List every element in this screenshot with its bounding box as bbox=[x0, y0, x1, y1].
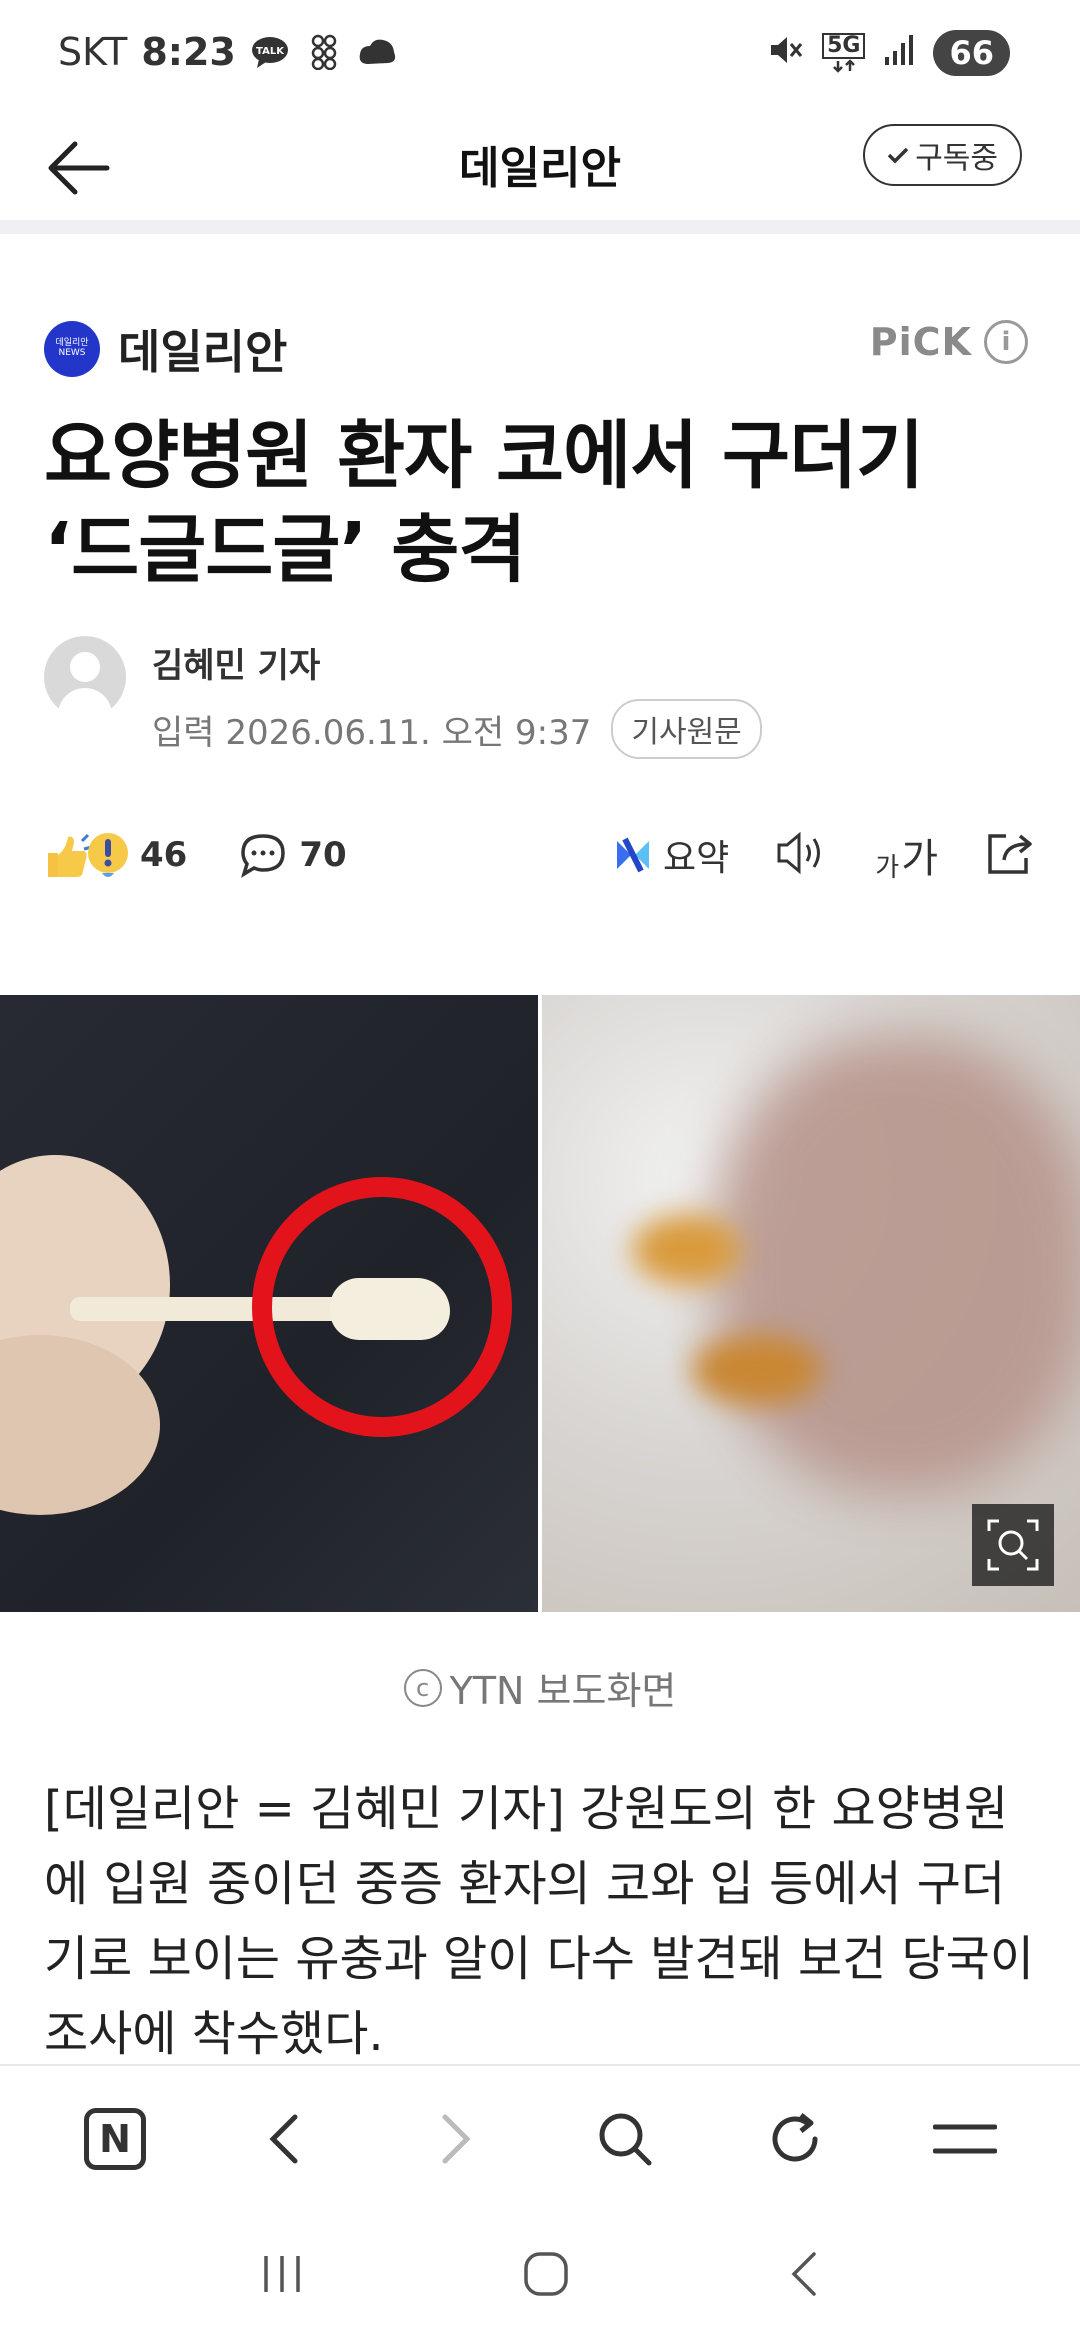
info-icon: i bbox=[984, 320, 1028, 364]
photo-blurred bbox=[542, 995, 1080, 1612]
share-icon bbox=[988, 834, 1032, 874]
blurred-spot bbox=[632, 1215, 742, 1285]
reaction-count: 46 bbox=[140, 835, 188, 875]
signal-icon bbox=[883, 33, 915, 74]
original-article-button[interactable]: 기사원문 bbox=[611, 699, 762, 759]
clock: 8:23 bbox=[141, 30, 236, 74]
caption-text: YTN 보도화면 bbox=[449, 1669, 677, 1713]
svg-text:TALK: TALK bbox=[256, 46, 285, 57]
naver-home-button[interactable]: N bbox=[70, 2094, 160, 2184]
browser-toolbar: N bbox=[0, 2064, 1080, 2212]
article-body: [데일리안 = 김혜민 기자] 강원도의 한 요양병원에 입원 중이던 중증 환… bbox=[44, 1781, 1035, 2060]
font-large-label: 가 bbox=[901, 836, 938, 882]
battery-level: 66 bbox=[933, 30, 1010, 76]
zoom-search-icon bbox=[987, 1519, 1039, 1571]
photo-caption: c YTN 보도화면 bbox=[0, 1660, 1080, 1715]
recent-apps-icon bbox=[263, 2256, 300, 2292]
system-back-icon bbox=[791, 2252, 817, 2296]
font-size-button[interactable]: 가 가 bbox=[875, 826, 938, 884]
summary-label: 요약 bbox=[663, 838, 730, 879]
blurred-spot bbox=[692, 1335, 822, 1405]
home-icon bbox=[524, 2252, 568, 2296]
summary-button[interactable]: 요약 bbox=[613, 829, 729, 881]
font-small-label: 가 bbox=[875, 853, 900, 883]
article-action-row: 46 70 요약 가 가 bbox=[44, 820, 1036, 890]
cloud-chat-icon bbox=[358, 32, 398, 72]
comment-icon bbox=[241, 834, 286, 878]
copyright-icon: c bbox=[403, 1668, 442, 1707]
search-button[interactable] bbox=[580, 2094, 670, 2184]
app-bar: 데일리안 구독중 bbox=[0, 110, 1080, 220]
avatar[interactable] bbox=[44, 636, 126, 718]
check-icon bbox=[887, 147, 909, 164]
press-header[interactable]: 데일리안 NEWS 데일리안 bbox=[44, 316, 287, 382]
recent-apps-button[interactable] bbox=[258, 2252, 306, 2300]
browser-back-button[interactable] bbox=[240, 2094, 330, 2184]
article-headline: 요양병원 환자 코에서 구더기 ‘드글드글’ 충격 bbox=[44, 410, 1044, 598]
press-logo-subtext: NEWS bbox=[58, 348, 86, 358]
network-5g-icon: 5G bbox=[822, 33, 866, 73]
pick-label: PiCK bbox=[869, 320, 972, 364]
refresh-icon bbox=[772, 2113, 818, 2162]
speaker-icon bbox=[777, 831, 821, 875]
app-notification-icon bbox=[304, 32, 344, 72]
share-button[interactable] bbox=[984, 830, 1036, 880]
comment-button[interactable]: 70 bbox=[239, 832, 347, 878]
reaction-button[interactable]: 46 bbox=[44, 829, 187, 881]
zoom-button[interactable] bbox=[972, 1504, 1054, 1586]
article-photo[interactable] bbox=[0, 995, 1080, 1612]
browser-forward-button[interactable] bbox=[410, 2094, 500, 2184]
audio-button[interactable] bbox=[775, 831, 829, 879]
photo-cotton-swab bbox=[0, 995, 538, 1612]
highlight-circle bbox=[252, 1177, 512, 1437]
home-button[interactable] bbox=[521, 2249, 571, 2303]
refresh-button[interactable] bbox=[750, 2094, 840, 2184]
press-logo: 데일리안 NEWS bbox=[44, 321, 100, 377]
talk-icon: TALK bbox=[250, 32, 290, 72]
status-bar: SKT 8:23 TALK 5G 66 bbox=[0, 0, 1080, 110]
headline-line-2: ‘드글드글’ 충격 bbox=[44, 506, 526, 593]
headline-line-1: 요양병원 환자 코에서 구더기 bbox=[44, 413, 924, 499]
reaction-emoji-icon bbox=[48, 833, 128, 877]
press-name: 데일리안 bbox=[118, 325, 288, 379]
publish-date: 입력 2026.06.11. 오전 9:37 bbox=[152, 712, 592, 753]
author-name[interactable]: 김혜민 기자 bbox=[152, 638, 762, 687]
search-icon bbox=[599, 2113, 652, 2166]
menu-button[interactable] bbox=[920, 2094, 1010, 2184]
chevron-left-icon bbox=[269, 2114, 298, 2164]
blurred-hand bbox=[712, 1035, 1080, 1495]
system-back-button[interactable] bbox=[786, 2249, 822, 2303]
system-nav-bar bbox=[0, 2212, 1080, 2340]
header-divider bbox=[0, 220, 1080, 234]
comment-count: 70 bbox=[299, 835, 347, 875]
author-row: 김혜민 기자 입력 2026.06.11. 오전 9:37 기사원문 bbox=[44, 636, 762, 759]
menu-icon bbox=[933, 2124, 997, 2154]
pick-badge[interactable]: PiCK i bbox=[870, 320, 1028, 364]
mute-icon bbox=[768, 33, 804, 74]
naver-n-icon: N bbox=[84, 2108, 146, 2170]
chevron-right-icon bbox=[442, 2114, 471, 2164]
network-label: 5G bbox=[822, 33, 866, 59]
carrier-label: SKT bbox=[58, 30, 128, 74]
subscribe-label: 구독중 bbox=[915, 141, 998, 176]
summary-icon bbox=[617, 837, 650, 873]
subscribe-button[interactable]: 구독중 bbox=[863, 124, 1022, 186]
